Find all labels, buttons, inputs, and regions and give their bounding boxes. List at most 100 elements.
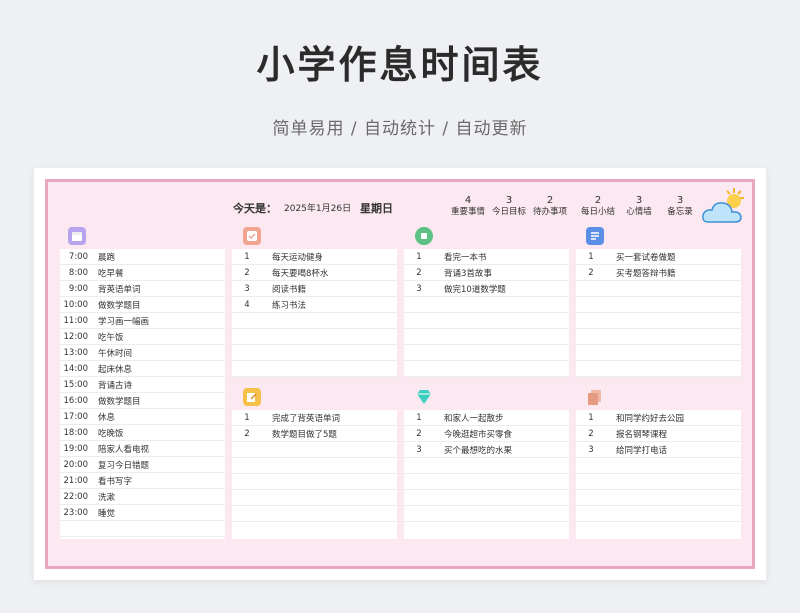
item-text: 和同学约好去公园 xyxy=(616,413,685,424)
time-cell: 15:00 xyxy=(63,379,89,390)
index-cell: 1 xyxy=(244,412,250,423)
list-item xyxy=(576,458,741,474)
todo-list-icon xyxy=(586,227,604,245)
list-item xyxy=(232,474,397,490)
list-item: 3 买个最想吃的水果 xyxy=(404,442,569,458)
task-cell: 起床休息 xyxy=(98,364,133,375)
index-cell: 1 xyxy=(244,251,250,262)
item-text: 看完一本书 xyxy=(444,252,487,263)
index-cell: 3 xyxy=(244,283,250,294)
list-item xyxy=(576,313,741,329)
item-text: 每天运动健身 xyxy=(272,252,324,263)
list-item: 1 每天运动健身 xyxy=(232,249,397,265)
schedule-row: 18:00 吃晚饭 xyxy=(60,425,225,441)
stat-todos: 2 待办事项 xyxy=(532,195,567,217)
task-cell: 洗漱 xyxy=(98,492,116,503)
time-cell: 21:00 xyxy=(63,475,89,486)
list-item xyxy=(576,474,741,490)
index-cell: 2 xyxy=(588,428,594,439)
list-item xyxy=(404,313,569,329)
index-cell: 4 xyxy=(244,299,250,310)
list-item: 2 数学题目做了5题 xyxy=(232,426,397,442)
today-weekday: 星期日 xyxy=(360,202,393,215)
item-text: 背诵3首故事 xyxy=(444,268,492,279)
schedule-row xyxy=(60,521,225,537)
item-text: 做完10道数学题 xyxy=(444,284,506,295)
time-cell: 7:00 xyxy=(68,251,88,262)
edit-note-icon xyxy=(243,388,261,406)
time-cell: 11:00 xyxy=(63,315,89,326)
page-subtitle: 简单易用 / 自动统计 / 自动更新 xyxy=(272,119,528,139)
list-item xyxy=(232,490,397,506)
index-cell: 1 xyxy=(588,251,594,262)
task-cell: 背诵古诗 xyxy=(98,380,133,391)
list-item xyxy=(576,506,741,522)
schedule-row: 22:00 洗漱 xyxy=(60,489,225,505)
list-item: 3 阅读书籍 xyxy=(232,281,397,297)
list-item xyxy=(232,361,397,377)
list-item xyxy=(576,361,741,377)
index-cell: 1 xyxy=(416,251,422,262)
item-text: 阅读书籍 xyxy=(272,284,307,295)
index-cell: 3 xyxy=(416,283,422,294)
list-item xyxy=(404,345,569,361)
list-item xyxy=(232,442,397,458)
schedule-row: 12:00 吃午饭 xyxy=(60,329,225,345)
page-title: 小学作息时间表 xyxy=(256,43,544,87)
list-item: 1 和家人一起散步 xyxy=(404,410,569,426)
item-text: 买考题答辩书籍 xyxy=(616,268,676,279)
time-cell: 12:00 xyxy=(63,331,89,342)
schedule-row: 8:00 吃早餐 xyxy=(60,265,225,281)
list-item xyxy=(232,313,397,329)
today-date: 2025年1月26日 xyxy=(284,204,352,214)
schedule-row: 9:00 背英语单词 xyxy=(60,281,225,297)
task-cell: 午休时间 xyxy=(98,348,133,359)
target-icon xyxy=(415,227,433,245)
index-cell: 1 xyxy=(588,412,594,423)
task-cell: 看书写字 xyxy=(98,476,133,487)
list-item xyxy=(404,474,569,490)
list-item xyxy=(404,506,569,522)
task-cell: 吃晚饭 xyxy=(98,428,124,439)
task-cell: 做数学题目 xyxy=(98,396,141,407)
item-text: 和家人一起散步 xyxy=(444,413,504,424)
list-item: 2 报名钢琴课程 xyxy=(576,426,741,442)
index-cell: 2 xyxy=(244,428,250,439)
item-text: 数学题目做了5题 xyxy=(272,429,337,440)
list-item: 2 背诵3首故事 xyxy=(404,265,569,281)
list-item: 2 今晚逛超市买零食 xyxy=(404,426,569,442)
item-text: 今晚逛超市买零食 xyxy=(444,429,513,440)
memo-stack-icon xyxy=(586,388,604,406)
stat-memo: 3 备忘录 xyxy=(667,195,693,217)
item-text: 买一套试卷做题 xyxy=(616,252,676,263)
list-item xyxy=(576,329,741,345)
list-item xyxy=(404,329,569,345)
schedule-row: 10:00 做数学题目 xyxy=(60,297,225,313)
schedule-panel: 7:00 晨跑 8:00 吃早餐 9:00 背英语单词 10:00 做数学题目 11:00 学习画… xyxy=(60,249,225,539)
list-item: 1 买一套试卷做题 xyxy=(576,249,741,265)
list-item xyxy=(232,329,397,345)
summary-panel: 1 完成了背英语单词 2 数学题目做了5题 xyxy=(232,410,397,539)
time-cell: 9:00 xyxy=(68,283,88,294)
list-item: 1 看完一本书 xyxy=(404,249,569,265)
schedule-row: 15:00 背诵古诗 xyxy=(60,377,225,393)
list-item: 1 完成了背英语单词 xyxy=(232,410,397,426)
list-item xyxy=(576,297,741,313)
schedule-row: 16:00 做数学题目 xyxy=(60,393,225,409)
important-panel: 1 每天运动健身 2 每天要喝8杯水 3 阅读书籍 4 练习书法 xyxy=(232,249,397,377)
list-item: 2 每天要喝8杯水 xyxy=(232,265,397,281)
diamond-icon xyxy=(415,388,433,406)
schedule-row: 11:00 学习画一幅画 xyxy=(60,313,225,329)
task-cell: 休息 xyxy=(98,412,116,423)
list-item xyxy=(404,361,569,377)
list-item xyxy=(232,506,397,522)
index-cell: 1 xyxy=(416,412,422,423)
time-cell: 18:00 xyxy=(63,427,89,438)
schedule-row: 21:00 看书写字 xyxy=(60,473,225,489)
schedule-row: 14:00 起床休息 xyxy=(60,361,225,377)
task-cell: 做数学题目 xyxy=(98,300,141,311)
time-cell: 16:00 xyxy=(63,395,89,406)
schedule-row: 7:00 晨跑 xyxy=(60,249,225,265)
time-cell: 17:00 xyxy=(63,411,89,422)
list-item: 3 给同学打电话 xyxy=(576,442,741,458)
